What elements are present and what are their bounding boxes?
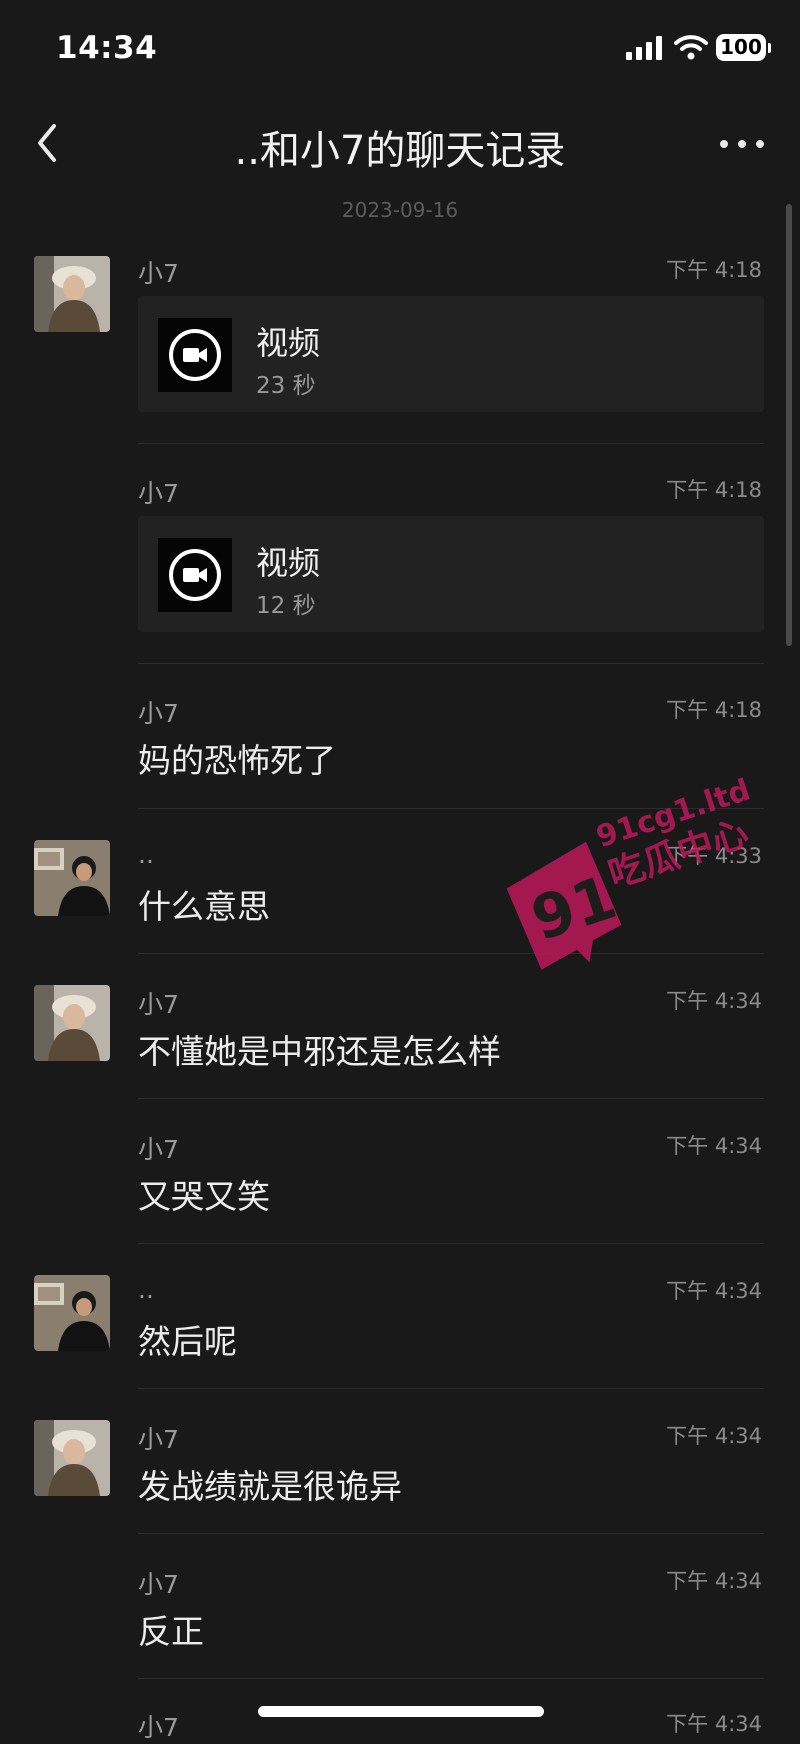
message-sender: 小7 (138, 1570, 179, 1599)
message-sender: 小7 (138, 479, 179, 508)
message-sender: .. (138, 1275, 154, 1304)
girl-avatar-icon (34, 1420, 110, 1496)
divider (138, 1678, 764, 1679)
message-text: 不懂她是中邪还是怎么样 (138, 1032, 501, 1071)
avatar[interactable] (34, 1420, 110, 1496)
message-sender: 小7 (138, 259, 179, 288)
avatar[interactable] (34, 256, 110, 332)
video-duration: 12 秒 (256, 593, 316, 619)
avatar[interactable] (34, 1275, 110, 1351)
divider (138, 1388, 764, 1389)
message-text: 反正 (138, 1612, 204, 1651)
divider (138, 808, 764, 809)
message-sender: 小7 (138, 1713, 179, 1742)
video-card[interactable]: 视频 12 秒 (138, 516, 764, 632)
message-time: 下午 4:34 (666, 1712, 762, 1736)
message-time: 下午 4:34 (666, 1134, 762, 1158)
message-time: 下午 4:18 (666, 698, 762, 722)
girl-avatar-icon (34, 256, 110, 332)
message-time: 下午 4:34 (666, 1569, 762, 1593)
message-time: 下午 4:18 (666, 258, 762, 282)
message-sender: 小7 (138, 1425, 179, 1454)
message-sender: 小7 (138, 1135, 179, 1164)
message-time: 下午 4:34 (666, 1279, 762, 1303)
message-time: 下午 4:18 (666, 478, 762, 502)
video-label: 视频 (256, 544, 321, 582)
message-sender: .. (138, 840, 154, 869)
message-time: 下午 4:34 (666, 989, 762, 1013)
boy-avatar-icon (34, 840, 110, 916)
divider (138, 953, 764, 954)
message-sender: 小7 (138, 990, 179, 1019)
video-label: 视频 (256, 324, 321, 362)
message-sender: 小7 (138, 699, 179, 728)
divider (138, 443, 764, 444)
message-text: 发战绩就是很诡异 (138, 1467, 402, 1506)
message-text: 又哭又笑 (138, 1177, 270, 1216)
message-text: 然后呢 (138, 1322, 237, 1361)
message-time: 下午 4:34 (666, 1424, 762, 1448)
boy-avatar-icon (34, 1275, 110, 1351)
home-indicator[interactable] (258, 1706, 544, 1717)
video-camera-icon (169, 549, 221, 601)
avatar[interactable] (34, 840, 110, 916)
video-thumbnail (158, 318, 232, 392)
message-text: 妈的恐怖死了 (138, 741, 336, 780)
avatar[interactable] (34, 985, 110, 1061)
divider (138, 663, 764, 664)
message-time: 下午 4:33 (666, 844, 762, 868)
girl-avatar-icon (34, 985, 110, 1061)
message-list: 小7 下午 4:18 视频 23 秒 小7 下午 4:18 视频 12 秒 小7… (0, 0, 800, 1742)
video-thumbnail (158, 538, 232, 612)
divider (138, 1243, 764, 1244)
video-card[interactable]: 视频 23 秒 (138, 296, 764, 412)
divider (138, 1533, 764, 1534)
video-camera-icon (169, 329, 221, 381)
message-text: 什么意思 (138, 887, 270, 926)
divider (138, 1098, 764, 1099)
video-duration: 23 秒 (256, 373, 316, 399)
